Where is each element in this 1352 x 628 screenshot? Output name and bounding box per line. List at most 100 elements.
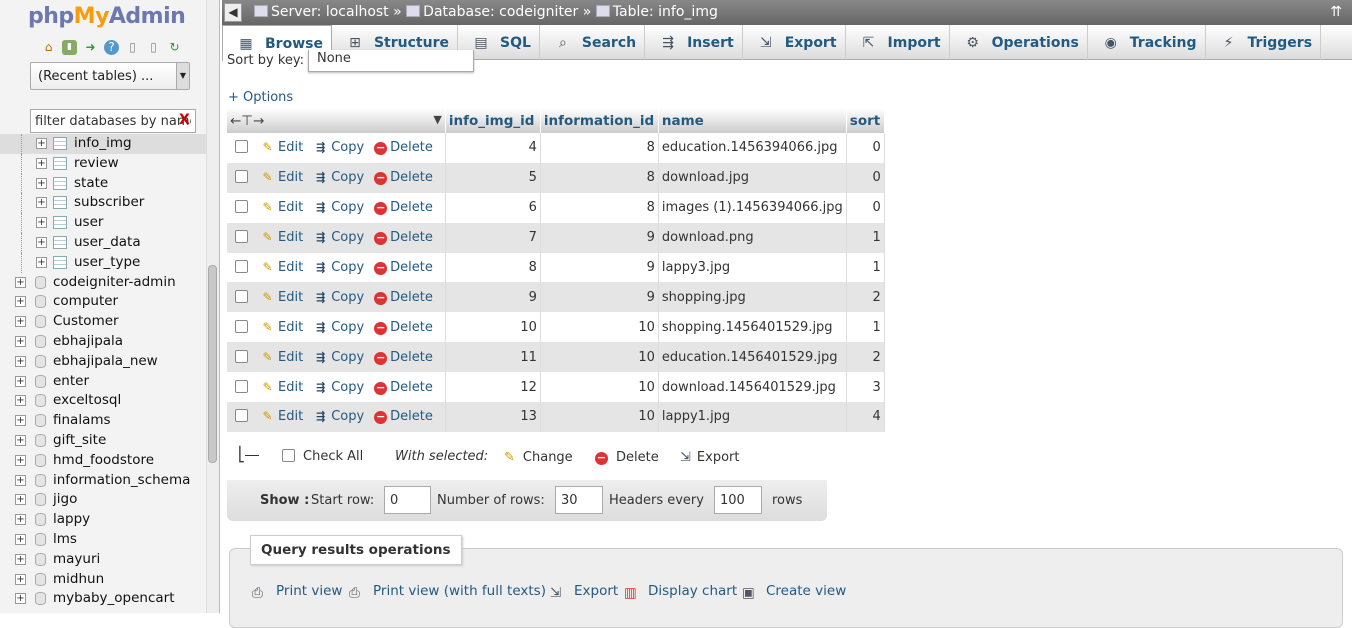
delete-link[interactable]: − Delete <box>374 320 433 335</box>
edit-link[interactable]: ✎ Edit <box>260 170 303 185</box>
cell-sort[interactable]: 1 <box>846 252 885 283</box>
column-header-sort[interactable]: sort <box>846 108 885 133</box>
tree-database-item[interactable]: + ebhajipala <box>0 332 206 352</box>
expand-icon[interactable]: + <box>15 415 26 427</box>
expand-icon[interactable]: + <box>15 514 26 526</box>
docs-icon[interactable]: ▯ <box>125 40 140 55</box>
expand-icon[interactable]: + <box>36 217 47 229</box>
expand-icon[interactable]: + <box>15 316 26 328</box>
create-view-link[interactable]: ▣ Create view <box>742 583 846 601</box>
copy-link[interactable]: ⇶ Copy <box>313 170 364 185</box>
row-checkbox[interactable] <box>235 289 248 303</box>
row-checkbox[interactable] <box>235 170 248 184</box>
copy-link[interactable]: ⇶ Copy <box>313 200 364 215</box>
cell-info_img_id[interactable]: 9 <box>445 282 541 313</box>
tree-database-item[interactable]: + mybaby_opencart <box>0 589 206 609</box>
expand-icon[interactable]: + <box>15 355 26 367</box>
expand-icon[interactable]: + <box>15 335 26 347</box>
breadcrumb-database[interactable]: Database: codeigniter <box>423 4 578 20</box>
expand-icon[interactable]: + <box>15 454 26 466</box>
collapse-nav-button[interactable]: ◀ <box>224 3 242 22</box>
check-all-label[interactable]: Check All <box>303 449 363 464</box>
number-of-rows-input[interactable] <box>555 486 603 514</box>
cell-information_id[interactable]: 8 <box>540 162 659 193</box>
sort-by-key-select[interactable]: None <box>308 50 474 72</box>
delete-selected-button[interactable]: − Delete <box>595 450 659 465</box>
options-link[interactable]: + Options <box>228 90 293 105</box>
cell-info_img_id[interactable]: 10 <box>445 312 541 343</box>
cell-name[interactable]: shopping.1456401529.jpg <box>658 312 847 343</box>
cell-information_id[interactable]: 8 <box>540 192 659 223</box>
tab-export[interactable]: ⇲ Export <box>743 25 846 60</box>
cell-info_img_id[interactable]: 13 <box>445 402 541 432</box>
cell-info_img_id[interactable]: 12 <box>445 372 541 403</box>
tab-triggers[interactable]: ⚡ Triggers <box>1206 25 1322 60</box>
phpmyadmin-logo[interactable]: phpMyAdmin <box>28 4 186 29</box>
cell-information_id[interactable]: 9 <box>540 252 659 283</box>
delete-link[interactable]: − Delete <box>374 260 433 275</box>
copy-link[interactable]: ⇶ Copy <box>313 380 364 395</box>
expand-icon[interactable]: + <box>36 138 47 149</box>
cell-name[interactable]: images (1).1456394066.jpg <box>658 192 847 223</box>
cell-name[interactable]: lappy1.jpg <box>658 402 847 432</box>
copy-link[interactable]: ⇶ Copy <box>313 409 364 424</box>
check-all-checkbox[interactable] <box>282 449 295 462</box>
edit-link[interactable]: ✎ Edit <box>260 409 303 424</box>
delete-link[interactable]: − Delete <box>374 409 433 425</box>
tree-database-item[interactable]: + midhun <box>0 570 206 590</box>
cell-sort[interactable]: 0 <box>846 162 885 193</box>
expand-icon[interactable]: + <box>36 256 47 268</box>
cell-name[interactable]: lappy3.jpg <box>658 252 847 283</box>
tree-database-item[interactable]: + jigo <box>0 490 206 510</box>
tree-table-item[interactable]: + state <box>0 173 206 194</box>
edit-link[interactable]: ✎ Edit <box>260 230 303 245</box>
tree-table-item[interactable]: + subscriber <box>0 193 206 214</box>
cell-name[interactable]: education.1456401529.jpg <box>658 342 847 373</box>
expand-icon[interactable]: + <box>15 375 26 387</box>
cell-information_id[interactable]: 10 <box>540 342 659 373</box>
tree-database-item[interactable]: + exceltosql <box>0 391 206 411</box>
expand-icon[interactable]: + <box>15 573 26 585</box>
cell-name[interactable]: shopping.jpg <box>658 282 847 313</box>
cell-sort[interactable]: 0 <box>846 192 885 223</box>
row-checkbox[interactable] <box>235 200 248 214</box>
column-header-name[interactable]: name <box>658 108 847 133</box>
tab-import[interactable]: ⇱ Import <box>846 25 950 60</box>
cell-information_id[interactable]: 10 <box>540 372 659 403</box>
start-row-input[interactable] <box>384 486 431 514</box>
delete-link[interactable]: − Delete <box>374 140 433 156</box>
row-checkbox[interactable] <box>235 319 248 333</box>
cell-sort[interactable]: 0 <box>846 133 885 163</box>
expand-icon[interactable]: + <box>36 236 47 248</box>
tab-operations[interactable]: ⚙ Operations <box>950 25 1088 60</box>
copy-link[interactable]: ⇶ Copy <box>313 260 364 275</box>
export-link[interactable]: ⇲ Export <box>550 583 618 601</box>
row-checkbox[interactable] <box>235 230 248 244</box>
tab-insert[interactable]: ⇶ Insert <box>645 25 743 60</box>
query-window-icon[interactable]: ➜ <box>83 40 98 55</box>
cell-information_id[interactable]: 8 <box>540 133 659 163</box>
cell-sort[interactable]: 2 <box>846 342 885 373</box>
tree-database-item[interactable]: + codeigniter-admin <box>0 273 206 293</box>
copy-link[interactable]: ⇶ Copy <box>313 350 364 365</box>
expand-icon[interactable]: + <box>15 494 26 506</box>
documentation-icon[interactable]: ? <box>104 40 119 55</box>
expand-icon[interactable]: + <box>15 553 26 565</box>
change-button[interactable]: ✎ Change <box>504 450 573 465</box>
edit-link[interactable]: ✎ Edit <box>260 320 303 335</box>
edit-link[interactable]: ✎ Edit <box>260 350 303 365</box>
nav-scrollbar-thumb[interactable] <box>208 265 217 463</box>
tree-database-item[interactable]: + hmd_foodstore <box>0 451 206 471</box>
column-header-info_img_id[interactable]: info_img_id <box>445 108 541 133</box>
filter-databases-input[interactable] <box>30 109 196 133</box>
expand-icon[interactable]: + <box>15 434 26 446</box>
row-checkbox[interactable] <box>235 379 248 393</box>
delete-link[interactable]: − Delete <box>374 230 433 246</box>
expand-icon[interactable]: + <box>15 533 26 545</box>
tab-tracking[interactable]: ◉ Tracking <box>1088 25 1206 60</box>
delete-link[interactable]: − Delete <box>374 380 433 395</box>
cell-info_img_id[interactable]: 7 <box>445 222 541 253</box>
cell-name[interactable]: download.jpg <box>658 162 847 193</box>
display-chart-link[interactable]: ▥ Display chart <box>624 583 737 601</box>
cell-name[interactable]: education.1456394066.jpg <box>658 133 847 163</box>
